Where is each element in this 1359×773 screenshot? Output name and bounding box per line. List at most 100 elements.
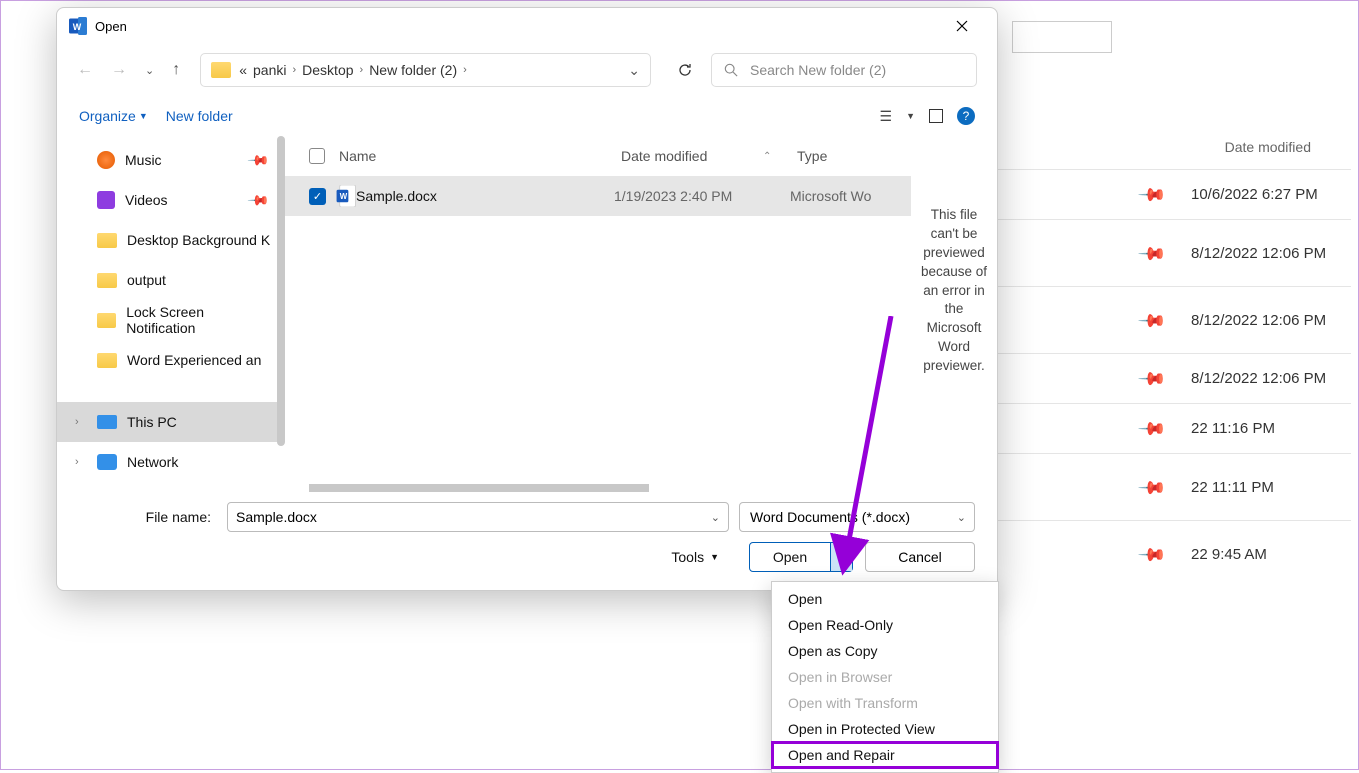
svg-text:W: W — [73, 22, 82, 32]
dialog-footer: File name: Sample.docx ⌄ Word Documents … — [57, 492, 997, 590]
file-checkbox[interactable]: ✓ — [309, 188, 326, 205]
menu-item-open-in-browser: Open in Browser — [772, 664, 998, 690]
folder-icon — [97, 233, 117, 248]
nav-arrows: ← → ⌄ ↑ — [77, 61, 180, 79]
back-button[interactable]: ← — [77, 61, 93, 79]
file-type: Microsoft Wo — [790, 188, 871, 204]
refresh-button[interactable] — [669, 54, 701, 86]
refresh-icon — [677, 62, 693, 78]
sidebar-item-label: Lock Screen Notification — [126, 304, 271, 336]
chevron-right-icon: › — [360, 64, 364, 76]
file-name: Sample.docx — [356, 188, 614, 204]
word-app-icon: W — [69, 17, 87, 35]
nav-bar: ← → ⌄ ↑ « panki › Desktop › New folder (… — [57, 44, 997, 96]
tools-menu[interactable]: Tools ▼ — [671, 549, 719, 565]
sidebar-item-label: Music — [125, 152, 162, 168]
sidebar-item-desktop-background-k[interactable]: Desktop Background K — [57, 220, 285, 260]
new-folder-button[interactable]: New folder — [166, 108, 233, 124]
up-button[interactable]: ↑ — [172, 61, 180, 79]
menu-item-open-with-transform: Open with Transform — [772, 690, 998, 716]
preview-error-text: This file can't be previewed because of … — [921, 207, 987, 373]
sort-indicator-icon: ⌃ — [763, 151, 771, 162]
crumb-1[interactable]: Desktop — [302, 62, 353, 78]
file-list-header: ⌃ Name Date modified Type — [285, 136, 911, 176]
word-search-box[interactable] — [1012, 21, 1112, 53]
folder-icon — [97, 313, 116, 328]
close-icon — [956, 20, 968, 32]
preview-pane-toggle[interactable] — [929, 109, 943, 123]
sidebar-root-network[interactable]: › Network — [57, 442, 285, 482]
col-name[interactable]: Name — [339, 148, 621, 164]
preview-pane: This file can't be previewed because of … — [911, 136, 997, 492]
filename-input[interactable]: Sample.docx ⌄ — [227, 502, 729, 532]
crumb-0[interactable]: panki — [253, 62, 286, 78]
svg-text:W: W — [340, 192, 348, 201]
organize-menu[interactable]: Organize ▼ — [79, 108, 148, 124]
video-icon — [97, 191, 115, 209]
file-type-filter[interactable]: Word Documents (*.docx) ⌄ — [739, 502, 975, 532]
view-list-dropdown[interactable]: ▼ — [906, 111, 915, 121]
horizontal-scrollbar[interactable] — [309, 484, 649, 492]
search-input[interactable]: Search New folder (2) — [711, 53, 977, 87]
open-split-menu: OpenOpen Read-OnlyOpen as CopyOpen in Br… — [771, 581, 999, 773]
sidebar-root-this-pc[interactable]: ›This PC — [57, 402, 285, 442]
file-row[interactable]: ✓ W Sample.docx1/19/2023 2:40 PMMicrosoft … — [285, 176, 911, 216]
forward-button[interactable]: → — [111, 61, 127, 79]
chevron-right-icon: › — [292, 64, 296, 76]
view-list-icon[interactable]: ☰ — [880, 108, 893, 125]
nav-sidebar: Music📌Videos📌Desktop Background KoutputL… — [57, 136, 285, 492]
menu-item-open-as-copy[interactable]: Open as Copy — [772, 638, 998, 664]
crumb-2[interactable]: New folder (2) — [369, 62, 457, 78]
open-button[interactable]: Open ▼ — [749, 542, 853, 572]
search-placeholder: Search New folder (2) — [750, 62, 886, 78]
recent-dropdown[interactable]: ⌄ — [145, 64, 154, 77]
menu-item-open-read-only[interactable]: Open Read-Only — [772, 612, 998, 638]
titlebar: W Open — [57, 8, 997, 44]
search-icon — [724, 63, 738, 77]
music-icon — [97, 151, 115, 169]
folder-icon — [97, 273, 117, 288]
recent-file-date: 22 11:16 PM — [1191, 420, 1351, 437]
scrollbar[interactable] — [277, 136, 285, 446]
cancel-button[interactable]: Cancel — [865, 542, 975, 572]
sidebar-item-label: Desktop Background K — [127, 232, 270, 248]
chevron-down-icon[interactable]: ⌄ — [711, 511, 720, 524]
chevron-right-icon[interactable]: › — [75, 416, 79, 428]
recent-file-date: 10/6/2022 6:27 PM — [1191, 186, 1351, 203]
filename-label: File name: — [79, 509, 217, 525]
col-date-modified: Date modified — [1225, 139, 1311, 155]
sidebar-item-lock-screen-notification[interactable]: Lock Screen Notification — [57, 300, 285, 340]
sidebar-item-music[interactable]: Music📌 — [57, 140, 285, 180]
open-file-dialog: W Open ← → ⌄ ↑ « panki › Desktop › New f… — [56, 7, 998, 591]
menu-item-open-and-repair[interactable]: Open and Repair — [772, 742, 998, 768]
sidebar-item-label: Network — [127, 454, 178, 470]
sidebar-item-output[interactable]: output — [57, 260, 285, 300]
folder-icon — [211, 62, 231, 78]
breadcrumb[interactable]: « panki › Desktop › New folder (2) › ⌄ — [200, 53, 651, 87]
col-type[interactable]: Type — [797, 148, 827, 164]
recent-file-date: 8/12/2022 12:06 PM — [1191, 245, 1351, 262]
sidebar-item-videos[interactable]: Videos📌 — [57, 180, 285, 220]
chevron-down-icon[interactable]: ⌄ — [957, 511, 966, 524]
pin-icon: 📌 — [246, 188, 270, 212]
menu-item-open-in-protected-view[interactable]: Open in Protected View — [772, 716, 998, 742]
network-icon — [97, 454, 117, 470]
menu-item-open[interactable]: Open — [772, 586, 998, 612]
dialog-toolbar: Organize ▼ New folder ☰ ▼ ? — [57, 96, 997, 136]
file-modified: 1/19/2023 2:40 PM — [614, 188, 790, 204]
pc-icon — [97, 415, 117, 429]
sidebar-item-label: output — [127, 272, 166, 288]
chevron-right-icon[interactable]: › — [75, 456, 79, 468]
close-button[interactable] — [939, 10, 985, 42]
pin-icon[interactable]: 📌 — [1137, 180, 1166, 209]
recent-file-date: 8/12/2022 12:06 PM — [1191, 312, 1351, 329]
pin-icon[interactable]: 📌 — [1137, 414, 1166, 443]
help-icon[interactable]: ? — [957, 107, 975, 125]
open-dropdown-toggle[interactable]: ▼ — [830, 543, 852, 571]
pin-icon[interactable]: 📌 — [1137, 364, 1166, 393]
sidebar-item-word-experienced-an-[interactable]: Word Experienced an — [57, 340, 285, 380]
chevron-right-icon: › — [463, 64, 467, 76]
folder-icon — [97, 353, 117, 368]
select-all-checkbox[interactable] — [309, 148, 325, 164]
chevron-down-icon[interactable]: ⌄ — [628, 62, 640, 79]
